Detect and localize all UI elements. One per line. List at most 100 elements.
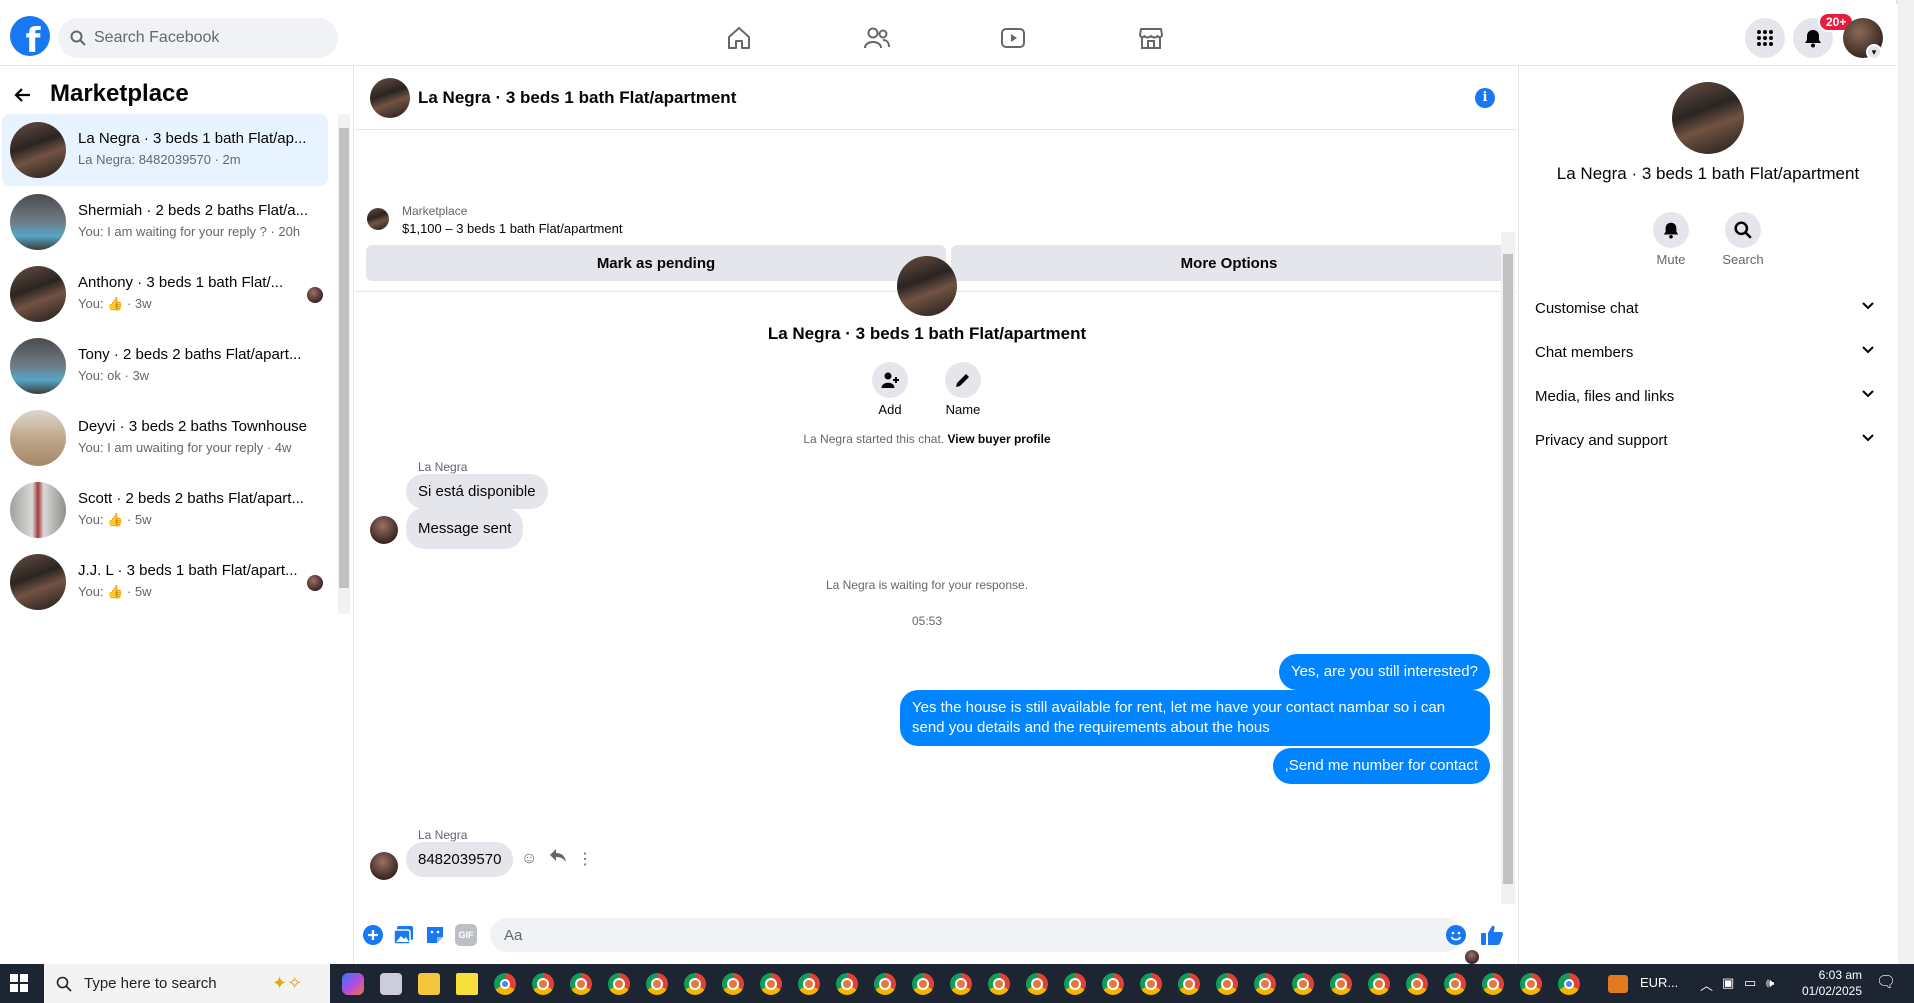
chrome-profile-icon[interactable] [1026,973,1048,995]
chrome-profile-icon[interactable] [1064,973,1086,995]
menu-grid-icon[interactable] [1745,18,1785,58]
tray-chevron-icon[interactable]: ︿ [1700,975,1713,994]
sticky-notes-icon[interactable] [456,973,478,995]
chat-header-avatar[interactable] [370,78,410,118]
taskbar-clock[interactable]: 6:03 am 01/02/2025 [1782,967,1862,999]
add-person-button[interactable] [872,362,908,398]
chrome-profile-icon[interactable] [1254,973,1276,995]
view-buyer-profile-link[interactable]: View buyer profile [947,432,1050,446]
message-thread-scrollbar[interactable] [1501,232,1515,904]
chevron-down-icon[interactable]: ▾ [1866,44,1882,60]
message-input[interactable] [490,918,1462,952]
chrome-profile-icon[interactable] [494,973,516,995]
chrome-profile-icon[interactable] [760,973,782,995]
back-arrow-icon[interactable] [14,84,32,110]
chrome-profile-icon[interactable] [722,973,744,995]
bell-icon [1663,222,1679,239]
chrome-profile-icon[interactable] [608,973,630,995]
privacy-support-section[interactable]: Privacy and support [1535,422,1885,458]
chrome-profile-icon[interactable] [1406,973,1428,995]
marketplace-icon[interactable] [1135,22,1167,54]
plus-circle-icon[interactable] [362,924,384,946]
notification-center-icon[interactable]: 🗨 [1876,972,1896,992]
conversation-avatar[interactable] [1672,82,1744,154]
like-thumb-icon[interactable] [1480,924,1504,946]
chrome-profile-icon[interactable] [1178,973,1200,995]
media-files-links-section[interactable]: Media, files and links [1535,378,1885,414]
chat-header-name[interactable]: La Negra · 3 beds 1 bath Flat/apartment [418,88,736,108]
sparkle-icon[interactable]: ✦✧ [272,973,302,994]
conversation-item[interactable]: J.J. L · 3 beds 1 bath Flat/apart... You:… [2,546,328,618]
sticker-icon[interactable] [424,924,446,946]
conversation-item[interactable]: Deyvi · 3 beds 2 baths Townhouse You: I a… [2,402,328,474]
reply-icon[interactable] [549,848,567,869]
chrome-profile-icon[interactable] [874,973,896,995]
taskbar-search-box[interactable]: Type here to search ✦✧ [44,964,330,1003]
outgoing-message[interactable]: Yes the house is still available for ren… [900,690,1490,746]
conversation-item[interactable]: Anthony · 3 beds 1 bath Flat/... You: 👍 ·… [2,258,328,330]
chat-members-section[interactable]: Chat members [1535,334,1885,370]
incoming-message[interactable]: 8482039570 [406,842,514,877]
conversation-item[interactable]: Shermiah · 2 beds 2 baths Flat/a... You: … [2,186,328,258]
sender-avatar[interactable] [370,852,398,880]
scrollbar-thumb[interactable] [1503,254,1513,884]
chrome-profile-icon[interactable] [1292,973,1314,995]
emoji-icon[interactable] [1445,924,1467,946]
edit-name-button[interactable] [945,362,981,398]
chrome-profile-icon[interactable] [1330,973,1352,995]
outgoing-message[interactable]: Yes, are you still interested? [1278,654,1490,690]
photo-icon[interactable] [393,924,415,946]
chrome-profile-icon[interactable] [684,973,706,995]
chrome-profile-icon[interactable] [912,973,934,995]
chrome-profile-icon[interactable] [1102,973,1124,995]
more-actions-icon[interactable]: ⋮ [577,849,593,869]
sender-avatar[interactable] [370,516,398,544]
mute-button[interactable] [1653,212,1689,248]
chrome-profile-icon[interactable] [1520,973,1542,995]
chrome-profile-icon[interactable] [1140,973,1162,995]
volume-icon[interactable]: 🕪 [1766,975,1774,991]
copilot-icon[interactable] [342,973,364,995]
customise-chat-section[interactable]: Customise chat [1535,290,1885,326]
chrome-profile-icon[interactable] [836,973,858,995]
chrome-profile-icon[interactable] [1444,973,1466,995]
home-icon[interactable] [723,22,755,54]
incoming-message[interactable]: Message sent [406,508,524,549]
scrollbar-thumb[interactable] [339,128,349,588]
video-icon[interactable] [997,22,1029,54]
chrome-profile-icon[interactable] [646,973,668,995]
search-input[interactable] [94,29,314,47]
conversation-list-scrollbar[interactable] [338,114,350,614]
gif-icon[interactable]: GIF [455,924,477,946]
listing-thumbnail[interactable] [367,208,389,230]
chrome-profile-icon[interactable] [798,973,820,995]
sublime-text-icon[interactable] [1608,975,1628,993]
currency-widget[interactable]: EUR... [1640,975,1678,990]
chrome-profile-icon[interactable] [1368,973,1390,995]
conversation-item[interactable]: Tony · 2 beds 2 baths Flat/apart... You: … [2,330,328,402]
active-app-icon[interactable] [380,973,402,995]
facebook-logo-icon[interactable]: f [10,16,50,56]
search-box[interactable] [58,18,338,58]
chrome-profile-icon[interactable] [988,973,1010,995]
windows-start-icon[interactable] [10,974,28,992]
chrome-profile-icon[interactable] [532,973,554,995]
incoming-message[interactable]: Si está disponible [406,474,548,509]
file-explorer-icon[interactable] [418,973,440,995]
chrome-profile-icon[interactable] [570,973,592,995]
conversation-item[interactable]: Scott · 2 beds 2 baths Flat/apart... You:… [2,474,328,546]
chrome-profile-icon[interactable] [950,973,972,995]
info-icon[interactable]: i [1475,88,1495,108]
chat-window: La Negra · 3 beds 1 bath Flat/apartment … [355,66,1517,964]
chrome-profile-icon[interactable] [1482,973,1504,995]
conversation-item[interactable]: La Negra · 3 beds 1 bath Flat/ap... La Ne… [2,114,328,186]
page-scrollbar[interactable] [1898,0,1914,964]
network-icon[interactable]: ▭ [1744,975,1756,991]
chrome-profile-icon[interactable] [1216,973,1238,995]
search-in-conversation-button[interactable] [1725,212,1761,248]
webcam-icon[interactable]: ▣ [1722,975,1734,991]
chrome-profile-icon[interactable] [1558,973,1580,995]
friends-icon[interactable] [861,22,893,54]
outgoing-message[interactable]: ,Send me number for contact [1272,748,1490,784]
react-emoji-icon[interactable]: ☺ [521,850,537,868]
